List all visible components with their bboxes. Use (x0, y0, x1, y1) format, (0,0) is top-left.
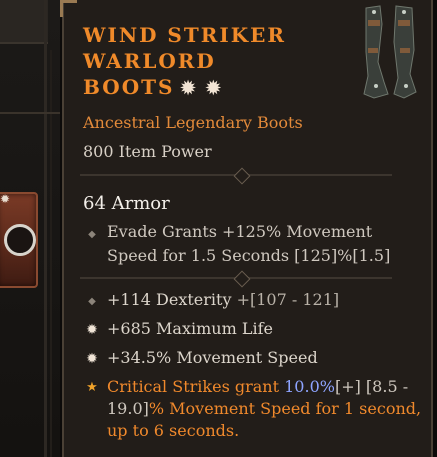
legendary-range1: [+] [8.5 - (334, 377, 409, 396)
legendary-value: 10.0% (284, 377, 335, 396)
section-divider (80, 270, 392, 288)
affix-movement-speed: +34.5% Movement Speed (107, 348, 318, 367)
legendary-text-part1: Critical Strikes grant (107, 377, 285, 396)
item-name-line3: Boots ✹ ✹ (83, 74, 353, 102)
greater-affix-stars: ✹ ✹ (180, 78, 223, 99)
burst-icon: ✹ (0, 192, 11, 206)
diamond-icon: ◆ (88, 296, 96, 307)
inventory-item-slot[interactable] (0, 192, 38, 288)
boots-icon (363, 5, 417, 99)
affix-dexterity: +114 Dexterity +[107 - 121] (107, 289, 339, 311)
ring-icon (4, 224, 36, 256)
star-icon: ★ (86, 380, 98, 395)
item-name-line3-text: Boots (83, 75, 175, 99)
item-name-line2: Warlord (83, 49, 216, 73)
legendary-line1: Critical Strikes grant 10.0%[+] [8.5 - (107, 376, 427, 398)
panel-rail (44, 0, 47, 457)
burst-icon: ✹ (86, 322, 98, 338)
legendary-text-part2: % Movement Speed for 1 second, (148, 399, 422, 418)
affix-maximum-life: +685 Maximum Life (107, 319, 273, 338)
tooltip-corner-ornament (60, 0, 77, 17)
panel-header-strip (0, 0, 48, 44)
legendary-line2: 19.0]% Movement Speed for 1 second, (107, 398, 427, 420)
legendary-line3: up to 6 seconds. (107, 421, 240, 440)
implicit-line2: Speed for 1.5 Seconds [125]%[1.5] (107, 246, 391, 265)
item-power: 800 Item Power (83, 142, 212, 161)
diamond-icon: ◆ (88, 229, 96, 240)
section-divider (80, 167, 392, 185)
burst-icon: ✹ (86, 351, 98, 367)
legendary-range2: 19.0] (107, 399, 149, 418)
item-subtype: Ancestral Legendary Boots (83, 113, 303, 132)
affix-dexterity-range: +[107 - 121] (231, 290, 340, 309)
legendary-aspect: Critical Strikes grant 10.0%[+] [8.5 - 1… (107, 376, 427, 442)
panel-divider (0, 112, 60, 114)
item-name-line1: Wind Striker (83, 23, 286, 47)
affix-dexterity-value: +114 Dexterity (107, 290, 232, 309)
armor-value: 64 Armor (83, 193, 170, 214)
item-name: Wind Striker Warlord Boots ✹ ✹ (83, 22, 353, 102)
implicit-line1: Evade Grants +125% Movement (107, 222, 373, 241)
